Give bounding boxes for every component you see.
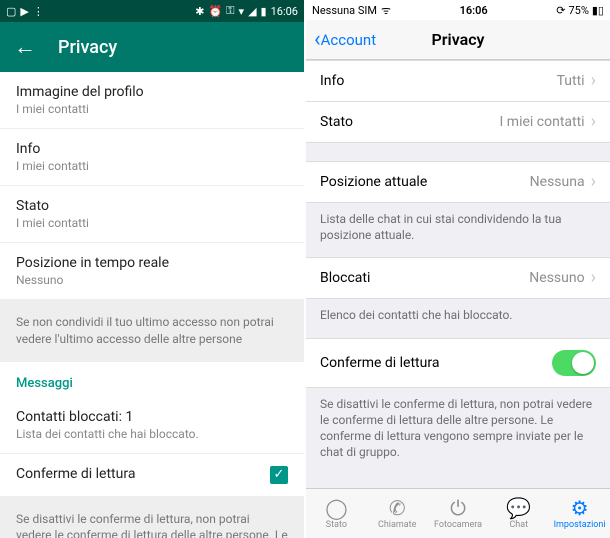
row-info[interactable]: Info I miei contatti [0,129,304,186]
cell-label: Posizione attuale [320,174,427,190]
gear-icon: ⚙ [571,498,589,518]
row-profile-image[interactable]: Immagine del profilo I miei contatti [0,72,304,129]
note-posizione: Lista delle chat in cui stai condividend… [306,203,610,257]
cell-info[interactable]: Info Tutti › [306,60,610,102]
signal-icon: ◢ [248,5,256,18]
chat-bubbles-icon: 💬 [506,498,531,518]
status-time: 16:06 [271,5,298,18]
android-content: Immagine del profilo I miei contatti Inf… [0,72,304,538]
checkbox-checked-icon[interactable]: ✓ [270,466,288,484]
play-icon: ▶ [20,5,28,18]
cell-label: Info [320,73,344,89]
tab-impostazioni[interactable]: ⚙ Impostazioni [549,489,610,538]
cell-value: I miei contatti [500,114,585,130]
ios-tabbar: ◯ Stato ✆ Chiamate ⏻ Fotocamera 💬 Chat ⚙ Impo… [306,488,610,538]
row-sub: I miei contatti [16,216,288,230]
header-title: Privacy [58,37,117,58]
tab-label: Impostazioni [554,520,606,530]
note-conferme: Se disattivi le conferme di lettura, non… [0,497,304,538]
ios-screen: Nessuna SIM ᯤ 16:06 ⟳ 75% ▮▯ ‹ Account P… [306,0,610,538]
cell-posizione[interactable]: Posizione attuale Nessuna › [306,161,610,203]
cell-stato[interactable]: Stato I miei contatti › [306,102,610,143]
note-conferme: Se disattivi le conferme di lettura, non… [306,388,610,475]
key-icon: ⚿ [226,4,234,18]
row-stato[interactable]: Stato I miei contatti [0,186,304,243]
cell-value: Nessuna [530,174,585,190]
row-sub: Nessuno [16,273,288,287]
row-title: Stato [16,198,288,214]
row-title: Immagine del profilo [16,84,288,100]
cell-label: Conferme di lettura [320,355,439,371]
row-posizione[interactable]: Posizione in tempo reale Nessuno [0,243,304,300]
chevron-left-icon: ‹ [314,27,321,52]
row-title: Info [16,141,288,157]
chevron-right-icon: › [591,72,596,90]
tab-chat[interactable]: 💬 Chat [488,489,549,538]
cell-value: Tutti [557,73,585,89]
row-title: Contatti bloccati: 1 [16,409,288,425]
status-time: 16:06 [460,4,488,17]
tab-chiamate[interactable]: ✆ Chiamate [367,489,428,538]
carrier-text: Nessuna SIM [312,4,377,17]
dots-icon: ⋮ [33,5,44,18]
alarm-icon: ⏰ [208,5,222,18]
row-title: Posizione in tempo reale [16,255,288,271]
tab-fotocamera[interactable]: ⏻ Fotocamera [428,489,489,538]
rotation-lock-icon: ⟳ [556,4,565,17]
section-messaggi: Messaggi [0,362,304,397]
ios-content: Info Tutti › Stato I miei contatti › Posiz… [306,60,610,488]
image-icon: ▢ [6,5,16,18]
cell-value: Nessuno [529,270,584,286]
nav-back-label: Account [321,31,377,49]
battery-icon: ▮▯ [592,4,604,17]
camera-icon: ⏻ [450,498,466,518]
chevron-right-icon: › [591,173,596,191]
tab-stato[interactable]: ◯ Stato [306,489,367,538]
battery-text: 75% [568,4,588,17]
note-accesso: Se non condividi il tuo ultimo accesso n… [0,300,304,362]
group-gap [306,143,610,161]
bluetooth-icon: ✱ [195,5,204,18]
row-sub: Lista dei contatti che hai bloccato. [16,427,288,441]
nav-title: Privacy [432,30,485,49]
row-title: Conferme di lettura [16,466,135,482]
row-sub: I miei contatti [16,102,288,116]
status-circle-icon: ◯ [325,498,347,518]
row-conferme[interactable]: Conferme di lettura ✓ [0,454,304,497]
android-statusbar: ▢ ▶ ⋮ ✱ ⏰ ⚿ ▾ ◢ ▮ 16:06 [0,0,304,22]
wifi-icon: ▾ [239,5,245,18]
row-sub: I miei contatti [16,159,288,173]
ios-statusbar: Nessuna SIM ᯤ 16:06 ⟳ 75% ▮▯ [306,0,610,20]
phone-icon: ✆ [389,498,406,518]
cell-label: Stato [320,114,353,130]
ios-navbar: ‹ Account Privacy [306,20,610,60]
back-arrow-icon[interactable]: ← [14,34,36,60]
row-bloccati[interactable]: Contatti bloccati: 1 Lista dei contatti … [0,397,304,454]
tab-label: Fotocamera [434,520,482,530]
toggle-on[interactable] [552,350,596,376]
nav-back-button[interactable]: ‹ Account [314,27,376,52]
tab-label: Chiamate [378,520,416,530]
android-header: ← Privacy [0,22,304,72]
tab-label: Stato [326,520,347,530]
cell-conferme[interactable]: Conferme di lettura [306,338,610,388]
chevron-right-icon: › [591,113,596,131]
wifi-icon: ᯤ [381,3,391,18]
tab-label: Chat [509,520,528,530]
android-screen: ▢ ▶ ⋮ ✱ ⏰ ⚿ ▾ ◢ ▮ 16:06 ← Privacy Immagi… [0,0,304,538]
cell-bloccati[interactable]: Bloccati Nessuno › [306,257,610,299]
note-bloccati: Elenco dei contatti che hai bloccato. [306,299,610,337]
chevron-right-icon: › [591,269,596,287]
battery-icon: ▮ [261,5,267,18]
cell-label: Bloccati [320,270,370,286]
